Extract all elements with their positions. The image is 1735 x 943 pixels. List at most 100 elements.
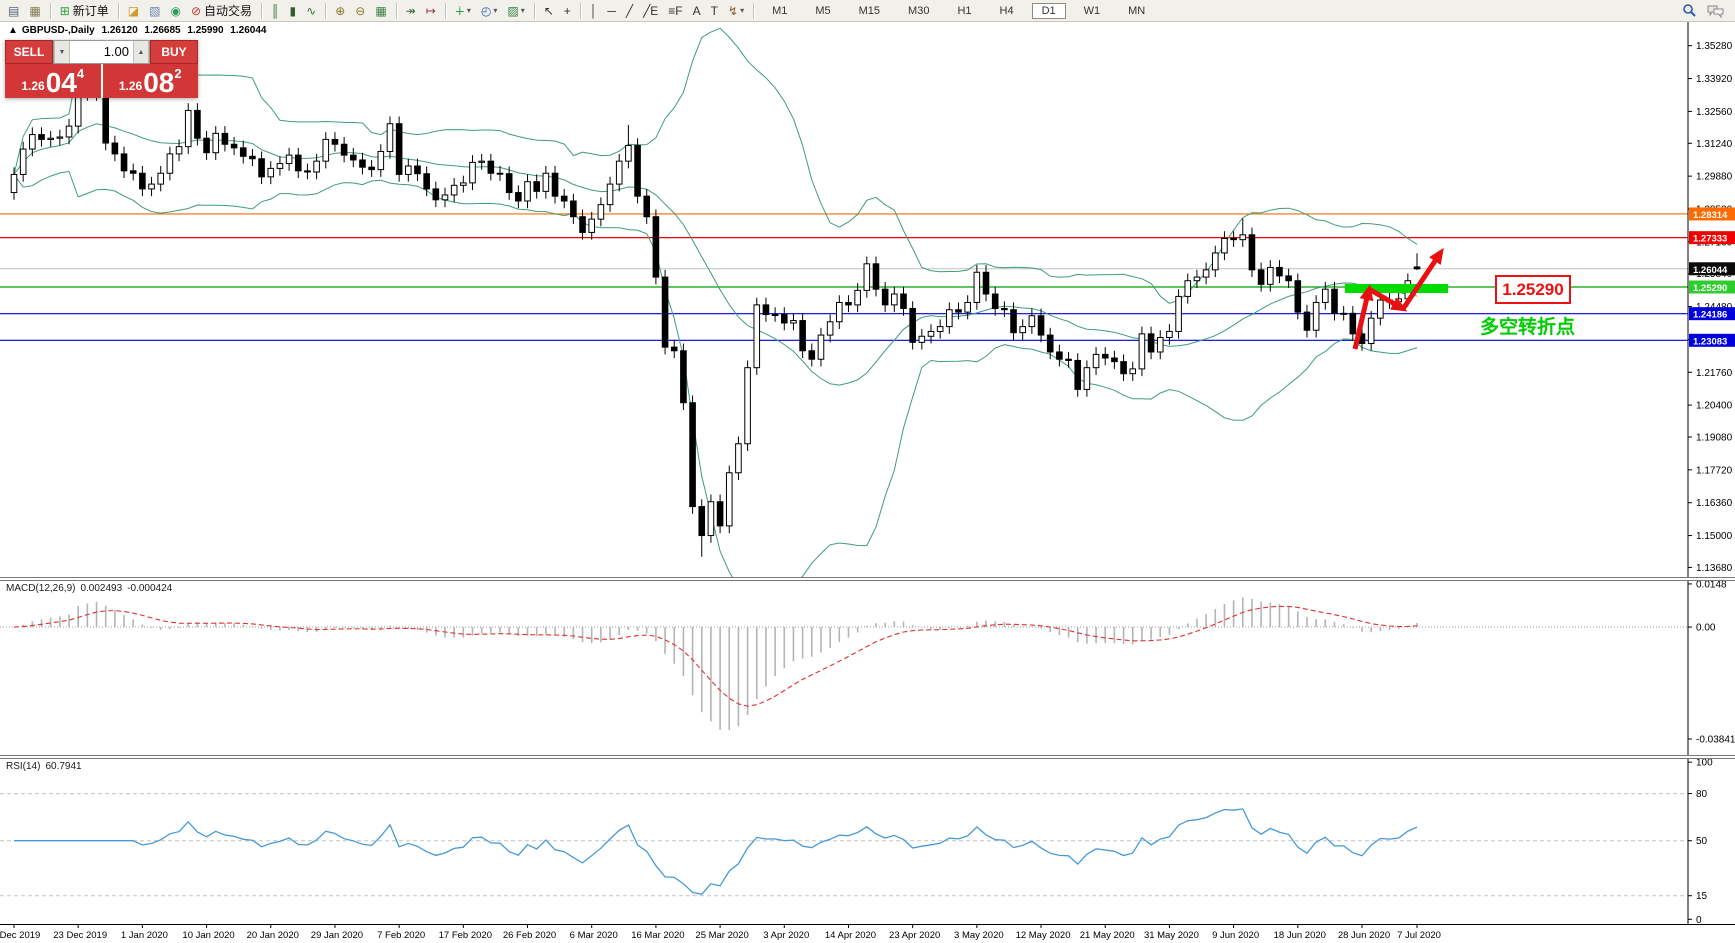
horizontal-line-icon[interactable]: ─ xyxy=(603,0,620,21)
candle-body xyxy=(1185,281,1191,297)
new-order-button[interactable]: ⊞新订单 xyxy=(56,0,113,21)
panel-toggle-icon[interactable]: ▲ xyxy=(8,25,18,36)
profiles-icon[interactable]: ▧ xyxy=(145,0,164,21)
highlight-zone-bar[interactable] xyxy=(1345,284,1448,293)
sell-button[interactable]: SELL xyxy=(5,40,53,64)
tile-windows-icon[interactable]: ▦ xyxy=(371,0,390,21)
equidistant-channel-icon[interactable]: ╱E xyxy=(639,0,662,21)
volume-input[interactable]: 1.00 xyxy=(70,41,133,63)
timeframe-button-mn[interactable]: MN xyxy=(1118,3,1155,19)
ohlc-high: 1.26685 xyxy=(144,25,180,36)
candle-body xyxy=(1002,308,1008,309)
rsi-tick-label: 80 xyxy=(1696,789,1708,800)
candle-body xyxy=(983,272,989,294)
arrows-tool-icon[interactable]: ↯▾ xyxy=(724,0,748,21)
candle-body xyxy=(525,182,531,201)
candle-body xyxy=(1277,267,1283,275)
auto-trading-button[interactable]: ⊘自动交易 xyxy=(187,0,256,21)
timeframe-button-h1[interactable]: H1 xyxy=(947,3,981,19)
candle-body xyxy=(901,294,907,308)
signals-icon[interactable]: ◉ xyxy=(166,0,184,21)
buy-price-button[interactable]: 1.26 08 2 xyxy=(103,64,199,98)
candle-body xyxy=(1139,334,1145,369)
price-callout-text: 1.25290 xyxy=(1502,280,1563,299)
candle-body xyxy=(295,155,301,171)
candle-body xyxy=(534,182,540,192)
candle-body xyxy=(1323,289,1329,302)
templates-icon[interactable]: ▨▾ xyxy=(503,0,528,21)
price-tag-label: 1.25290 xyxy=(1693,283,1727,294)
date-tick-label: 1 Jan 2020 xyxy=(121,930,168,941)
chart-styles-icon[interactable]: ◪ xyxy=(124,0,143,21)
vertical-line-icon[interactable]: │ xyxy=(586,0,602,21)
trendline-icon[interactable]: ╱ xyxy=(622,0,637,21)
buy-button[interactable]: BUY xyxy=(150,40,198,64)
data-window-icon[interactable]: ▦ xyxy=(25,0,44,21)
candle-body xyxy=(1011,310,1017,333)
toolbar-separator xyxy=(396,3,397,19)
candle-body xyxy=(947,310,953,327)
candle-body xyxy=(717,502,723,526)
zoom-in-icon[interactable]: ⊕ xyxy=(331,0,349,21)
price-tag-label: 1.27333 xyxy=(1693,234,1727,245)
date-axis[interactable]: 3 Dec 201923 Dec 20191 Jan 202010 Jan 20… xyxy=(0,925,1441,941)
timeframe-button-m5[interactable]: M5 xyxy=(805,3,840,19)
zoom-out-icon[interactable]: ⊖ xyxy=(351,0,369,21)
candle-body xyxy=(571,201,577,217)
candle-body xyxy=(240,148,246,156)
timeframe-button-m1[interactable]: M1 xyxy=(762,3,797,19)
periods-icon[interactable]: ◴▾ xyxy=(477,0,502,21)
fibonacci-icon[interactable]: ≡F xyxy=(664,0,686,21)
candle-body xyxy=(204,138,210,152)
timeframe-button-m30[interactable]: M30 xyxy=(898,3,939,19)
annotation-note-text[interactable]: 多空转折点 xyxy=(1480,315,1575,338)
candle-body xyxy=(1047,335,1053,352)
price-tick-label: 1.20400 xyxy=(1696,401,1733,412)
auto-trading-button-label: 自动交易 xyxy=(204,2,252,19)
text-icon[interactable]: A xyxy=(689,0,705,21)
candle-body xyxy=(809,351,815,359)
volume-decrease-button[interactable]: ▼ xyxy=(54,41,70,63)
sell-price-button[interactable]: 1.26 04 4 xyxy=(5,64,101,98)
timeframe-button-h4[interactable]: H4 xyxy=(990,3,1024,19)
date-tick-label: 31 May 2020 xyxy=(1144,930,1199,941)
candle-body xyxy=(30,135,36,149)
periods-icon: ◴ xyxy=(481,5,491,17)
auto-scroll-icon[interactable]: ↠ xyxy=(402,0,420,21)
market-watch-icon[interactable]: ▤ xyxy=(4,0,23,21)
candle-body xyxy=(1167,331,1173,337)
date-tick-label: 28 Jun 2020 xyxy=(1338,930,1390,941)
price-tick-label: 1.33920 xyxy=(1696,74,1733,85)
timeframe-button-d1[interactable]: D1 xyxy=(1032,3,1066,19)
chart-canvas[interactable]: 1.25290多空转折点1.352801.339201.325601.31240… xyxy=(0,0,1735,943)
volume-increase-button[interactable]: ▲ xyxy=(133,41,149,63)
chat-icon[interactable] xyxy=(1703,0,1728,21)
candlestick-chart-icon[interactable]: ▮ xyxy=(286,0,301,21)
line-chart-icon[interactable]: ∿ xyxy=(302,0,320,21)
candle-body xyxy=(910,308,916,342)
candle-body xyxy=(222,133,228,144)
crosshair-icon: + xyxy=(564,5,571,17)
text-label-icon[interactable]: T xyxy=(707,0,722,21)
date-tick-label: 21 May 2020 xyxy=(1080,930,1135,941)
timeframe-button-m15[interactable]: M15 xyxy=(849,3,890,19)
zoom-out-icon: ⊖ xyxy=(355,5,365,17)
cursor-icon[interactable]: ↖ xyxy=(540,0,558,21)
bar-chart-icon: ║ xyxy=(271,5,280,17)
timeframe-button-w1[interactable]: W1 xyxy=(1074,3,1111,19)
crosshair-icon[interactable]: + xyxy=(560,0,575,21)
tile-windows-icon: ▦ xyxy=(375,5,386,17)
volume-control: ▼ 1.00 ▲ xyxy=(53,40,150,64)
text-icon: A xyxy=(693,5,701,17)
bar-chart-icon[interactable]: ║ xyxy=(267,0,284,21)
candle-body xyxy=(314,161,320,172)
chart-shift-icon[interactable]: ↦ xyxy=(422,0,440,21)
indicators-icon[interactable]: ∔▾ xyxy=(451,0,475,21)
symbol-name: GBPUSD-,Daily xyxy=(22,25,95,36)
candle-body xyxy=(1368,318,1374,343)
candle-body xyxy=(415,166,421,174)
price-tick-label: 1.21760 xyxy=(1696,368,1733,379)
candle-body xyxy=(369,167,375,169)
templates-icon: ▨ xyxy=(507,5,518,17)
search-icon[interactable] xyxy=(1678,0,1701,21)
